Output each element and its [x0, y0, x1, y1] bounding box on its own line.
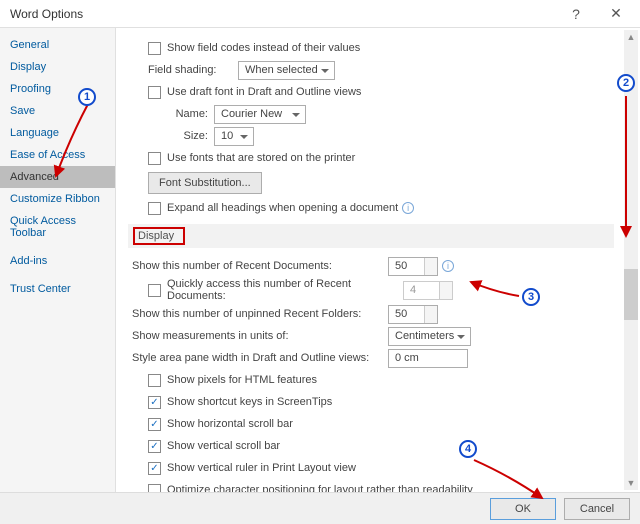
checkbox-pixels-html[interactable] [148, 374, 161, 387]
info-icon[interactable] [402, 202, 414, 214]
annotation-badge-3: 3 [522, 288, 540, 306]
checkbox-use-draft-font[interactable] [148, 86, 161, 99]
info-icon[interactable] [442, 260, 454, 272]
close-icon[interactable]: ✕ [596, 0, 636, 28]
checkbox-hscroll[interactable] [148, 418, 161, 431]
label-use-draft-font: Use draft font in Draft and Outline view… [167, 86, 361, 98]
label-recent-docs: Show this number of Recent Documents: [132, 260, 388, 272]
checkbox-show-field-codes[interactable] [148, 42, 161, 55]
label-name: Name: [164, 108, 214, 120]
sidebar: General Display Proofing Save Language E… [0, 28, 116, 492]
label-shortcut-keys: Show shortcut keys in ScreenTips [167, 396, 332, 408]
label-pixels-html: Show pixels for HTML features [167, 374, 317, 386]
input-recent-docs[interactable]: 50▲▼ [388, 257, 438, 276]
label-hscroll: Show horizontal scroll bar [167, 418, 293, 430]
select-units[interactable]: Centimeters [388, 327, 471, 346]
checkbox-quick-access[interactable] [148, 284, 161, 297]
help-icon[interactable]: ? [556, 0, 596, 28]
window-title: Word Options [10, 7, 556, 21]
checkbox-vscroll[interactable] [148, 440, 161, 453]
select-font-name[interactable]: Courier New [214, 105, 306, 124]
scroll-up-icon[interactable]: ▲ [624, 30, 638, 44]
label-field-shading: Field shading: [148, 64, 238, 76]
sidebar-item-proofing[interactable]: Proofing [0, 78, 115, 100]
annotation-badge-1: 1 [78, 88, 96, 106]
sidebar-item-ease-of-access[interactable]: Ease of Access [0, 144, 115, 166]
label-quick-access: Quickly access this number of Recent Doc… [167, 278, 403, 302]
scroll-thumb[interactable] [624, 269, 638, 321]
label-recent-folders: Show this number of unpinned Recent Fold… [132, 308, 388, 320]
font-substitution-button[interactable]: Font Substitution... [148, 172, 262, 194]
annotation-badge-2: 2 [617, 74, 635, 92]
footer: OK Cancel [0, 492, 640, 524]
ok-button[interactable]: OK [490, 498, 556, 520]
input-quick-access: 4▲▼ [403, 281, 453, 300]
sidebar-item-general[interactable]: General [0, 34, 115, 56]
input-style-area[interactable]: 0 cm [388, 349, 468, 368]
label-optimize-layout: Optimize character positioning for layou… [167, 484, 473, 492]
select-font-size[interactable]: 10 [214, 127, 254, 146]
checkbox-expand-headings[interactable] [148, 202, 161, 215]
checkbox-optimize-layout[interactable] [148, 484, 161, 493]
checkbox-vruler[interactable] [148, 462, 161, 475]
scroll-down-icon[interactable]: ▼ [624, 476, 638, 490]
sidebar-item-add-ins[interactable]: Add-ins [0, 250, 115, 272]
label-show-field-codes: Show field codes instead of their values [167, 42, 360, 54]
content-pane: Show field codes instead of their values… [116, 28, 640, 492]
titlebar: Word Options ? ✕ [0, 0, 640, 28]
annotation-highlight: Display [134, 228, 184, 244]
sidebar-item-trust-center[interactable]: Trust Center [0, 278, 115, 300]
sidebar-item-quick-access-toolbar[interactable]: Quick Access Toolbar [0, 210, 115, 244]
label-size: Size: [164, 130, 214, 142]
select-field-shading[interactable]: When selected [238, 61, 335, 80]
checkbox-printer-fonts[interactable] [148, 152, 161, 165]
sidebar-item-language[interactable]: Language [0, 122, 115, 144]
sidebar-item-customize-ribbon[interactable]: Customize Ribbon [0, 188, 115, 210]
vertical-scrollbar[interactable]: ▲ ▼ [624, 30, 638, 490]
label-vscroll: Show vertical scroll bar [167, 440, 280, 452]
label-vruler: Show vertical ruler in Print Layout view [167, 462, 356, 474]
sidebar-item-display[interactable]: Display [0, 56, 115, 78]
sidebar-item-save[interactable]: Save [0, 100, 115, 122]
annotation-badge-4: 4 [459, 440, 477, 458]
cancel-button[interactable]: Cancel [564, 498, 630, 520]
label-printer-fonts: Use fonts that are stored on the printer [167, 152, 355, 164]
sidebar-item-advanced[interactable]: Advanced [0, 166, 115, 188]
label-units: Show measurements in units of: [132, 330, 388, 342]
checkbox-shortcut-keys[interactable] [148, 396, 161, 409]
section-header-display: Display [128, 224, 614, 248]
input-recent-folders[interactable]: 50▲▼ [388, 305, 438, 324]
label-expand-headings: Expand all headings when opening a docum… [167, 202, 398, 214]
label-style-area: Style area pane width in Draft and Outli… [132, 352, 388, 364]
